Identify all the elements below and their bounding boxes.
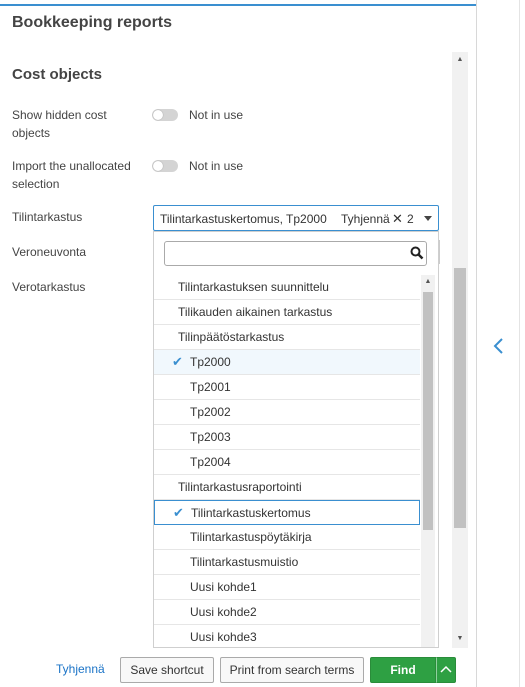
tilintarkastus-select[interactable]: Tilintarkastuskertomus, Tp2000 Tyhjennä … [153, 205, 439, 231]
clear-link[interactable]: Tyhjennä [56, 662, 105, 676]
panel-scrollbar-thumb[interactable] [454, 268, 466, 528]
close-icon[interactable]: ✕ [392, 211, 403, 227]
scroll-down-icon[interactable]: ▼ [452, 631, 468, 647]
dropdown-scrollbar-thumb[interactable] [423, 292, 433, 530]
dropdown-option[interactable]: Tp2001 [154, 375, 420, 400]
dropdown-search-input[interactable] [169, 245, 399, 263]
dropdown-option-label: Tp2004 [190, 455, 231, 469]
page-title: Bookkeeping reports [12, 14, 173, 31]
header-accent-line [0, 4, 476, 6]
veroneuvonta-label: Veroneuvonta [12, 245, 87, 259]
tilintarkastus-dropdown: Tilintarkastuksen suunnittelu Tilikauden … [153, 231, 439, 648]
dropdown-option[interactable]: Tp2002 [154, 400, 420, 425]
dropdown-option[interactable]: Uusi kohde2 [154, 600, 420, 625]
import-unallocated-status: Not in use [189, 159, 244, 173]
tilintarkastus-selected-value: Tilintarkastuskertomus, Tp2000 [160, 212, 327, 226]
dropdown-option-list: Tilintarkastuksen suunnittelu Tilikauden … [154, 275, 420, 647]
dropdown-option-label: Tilintarkastuskertomus [191, 506, 311, 520]
dropdown-option[interactable]: ✔ Tilintarkastuskertomus [154, 500, 420, 525]
save-shortcut-button[interactable]: Save shortcut [120, 657, 214, 683]
import-unallocated-toggle[interactable] [152, 160, 178, 172]
scroll-up-icon[interactable]: ▲ [452, 52, 468, 68]
dropdown-option[interactable]: Tilintarkastusmuistio [154, 550, 420, 575]
find-menu-button[interactable] [436, 657, 456, 683]
chevron-down-icon[interactable] [424, 216, 432, 221]
dropdown-option-label: Tilinpäätöstarkastus [178, 330, 285, 344]
dropdown-option[interactable]: ✔ Tp2000 [154, 350, 420, 375]
import-unallocated-label: Import the unallocated selection [12, 159, 131, 191]
dropdown-option-label: Tilikauden aikainen tarkastus [178, 305, 333, 319]
find-button[interactable]: Find [370, 657, 436, 683]
hidden-cost-objects-status: Not in use [189, 108, 244, 122]
dropdown-option[interactable]: Tilintarkastuksen suunnittelu [154, 275, 420, 300]
dropdown-option-label: Tilintarkastusraportointi [178, 480, 302, 494]
dropdown-option[interactable]: Tilinpäätöstarkastus [154, 325, 420, 350]
checkmark-icon: ✔ [173, 505, 184, 520]
dropdown-option[interactable]: Tilintarkastuspöytäkirja [154, 525, 420, 550]
dropdown-option[interactable]: Tp2003 [154, 425, 420, 450]
section-title: Cost objects [12, 66, 103, 83]
tilintarkastus-label: Tilintarkastus [12, 210, 83, 224]
dropdown-option-label: Tilintarkastusmuistio [190, 555, 299, 569]
dropdown-option[interactable]: Tilintarkastusraportointi [154, 475, 420, 500]
scroll-up-icon[interactable]: ▲ [421, 275, 435, 289]
dropdown-option-label: Tilintarkastuksen suunnittelu [178, 280, 329, 294]
checkmark-icon: ✔ [172, 354, 183, 369]
verotarkastus-label: Verotarkastus [12, 280, 86, 294]
print-search-terms-button[interactable]: Print from search terms [220, 657, 364, 683]
dropdown-option-label: Uusi kohde1 [190, 580, 257, 594]
dropdown-option-label: Tp2002 [190, 405, 231, 419]
dropdown-option-label: Tp2001 [190, 380, 231, 394]
tilintarkastus-clear-button[interactable]: Tyhjennä [341, 212, 390, 226]
dropdown-option[interactable]: Uusi kohde1 [154, 575, 420, 600]
hidden-cost-objects-toggle[interactable] [152, 109, 178, 121]
side-panel-edge [519, 0, 520, 687]
hidden-cost-objects-label: Show hidden cost objects [12, 108, 107, 140]
side-panel-divider [476, 0, 477, 687]
dropdown-option-label: Tilintarkastuspöytäkirja [190, 530, 312, 544]
dropdown-option-label: Uusi kohde3 [190, 630, 257, 644]
dropdown-option-label: Tp2000 [190, 355, 231, 369]
search-icon [410, 246, 424, 260]
dropdown-search[interactable] [164, 241, 427, 266]
dropdown-option[interactable]: Tp2004 [154, 450, 420, 475]
chevron-left-icon[interactable] [490, 336, 508, 356]
dropdown-option[interactable]: Uusi kohde3 [154, 625, 420, 647]
chevron-up-icon [440, 665, 452, 673]
dropdown-option[interactable]: Tilikauden aikainen tarkastus [154, 300, 420, 325]
dropdown-option-label: Uusi kohde2 [190, 605, 257, 619]
selected-count-badge: 2 [407, 212, 414, 226]
dropdown-option-label: Tp2003 [190, 430, 231, 444]
